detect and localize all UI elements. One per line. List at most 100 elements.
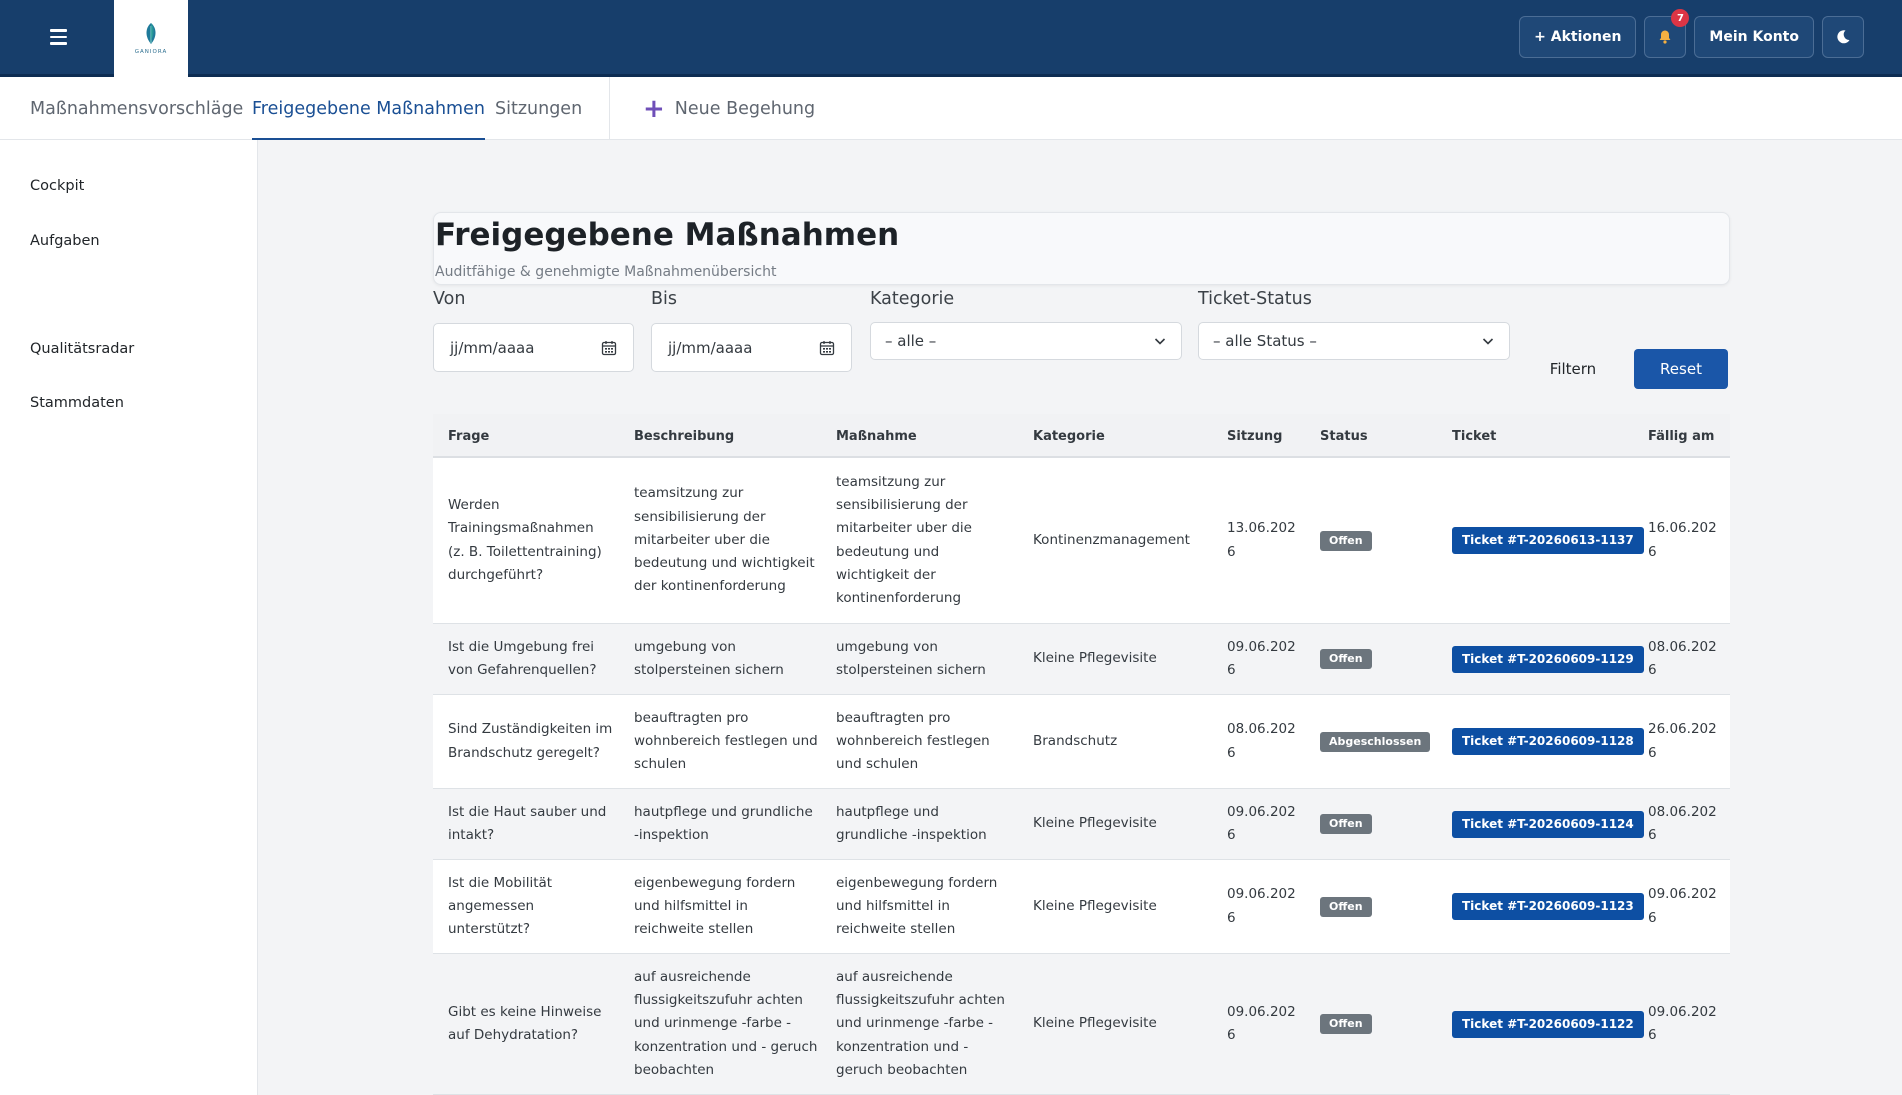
sidebar-item-qualitaetsradar[interactable]: Qualitätsradar <box>30 341 134 357</box>
kategorie-text: Kleine Pflegevisite <box>1033 897 1157 914</box>
cell-kategorie: Kontinenzmanagement <box>1033 458 1213 623</box>
massnahme-text: teamsitzung zur sensibilisierung der mit… <box>836 473 972 607</box>
kategorie-text: Kontinenzmanagement <box>1033 531 1190 548</box>
sitzung-text: 09.06.2026 <box>1227 1003 1296 1043</box>
cell-status: Abgeschlossen <box>1320 695 1440 788</box>
cell-massnahme: beauftragten pro wohnbereich festlegen u… <box>836 695 1011 788</box>
logo[interactable]: GANIORA <box>114 0 188 77</box>
chevron-down-icon <box>1482 338 1494 345</box>
ticket-link[interactable]: Ticket #T-20260609-1128 <box>1452 728 1644 755</box>
table-row: Ist die Umgebung frei von Gefahrenquelle… <box>433 624 1730 695</box>
column-header-sitzung[interactable]: Sitzung <box>1227 414 1282 458</box>
ticket-link[interactable]: Ticket #T-20260609-1129 <box>1452 645 1644 673</box>
sidebar-item-aufgaben[interactable]: Aufgaben <box>30 233 100 249</box>
cell-beschreibung: eigenbewegung fordern und hilfsmittel in… <box>634 860 819 953</box>
column-header-status[interactable]: Status <box>1320 414 1368 458</box>
massnahme-text: beauftragten pro wohnbereich festlegen u… <box>836 709 990 773</box>
top-navbar: GANIORA + Aktionen 7 Mein Konto <box>0 0 1902 77</box>
kategorie-text: Kleine Pflegevisite <box>1033 815 1157 832</box>
hamburger-icon[interactable] <box>38 22 78 52</box>
from-date-input[interactable]: jj/mm/aaaa <box>433 323 634 372</box>
faellig-text: 08.06.2026 <box>1648 638 1717 678</box>
cell-beschreibung: hautpflege und grundliche -inspektion <box>634 789 819 859</box>
cell-massnahme: teamsitzung zur sensibilisierung der mit… <box>836 458 1011 623</box>
cell-frage: Ist die Haut sauber und intakt? <box>448 789 613 859</box>
ticket-link[interactable]: Ticket #T-20260609-1123 <box>1452 893 1644 920</box>
cell-frage: Ist die Mobilität angemessen unterstützt… <box>448 860 613 953</box>
tab-label: Sitzungen <box>495 98 583 119</box>
page-subtitle: Auditfähige & genehmigte Maßnahmenübersi… <box>435 264 777 280</box>
cell-kategorie: Kleine Pflegevisite <box>1033 624 1213 694</box>
faellig-text: 26.06.2026 <box>1648 721 1717 761</box>
column-header-frage[interactable]: Frage <box>448 414 489 458</box>
category-select[interactable]: – alle – <box>870 322 1182 360</box>
column-header-kategorie[interactable]: Kategorie <box>1033 414 1105 458</box>
theme-toggle-button[interactable] <box>1822 16 1864 58</box>
measures-table: Frage Beschreibung Maßnahme Kategorie Si… <box>433 414 1730 1095</box>
sitzung-text: 09.06.2026 <box>1227 803 1296 843</box>
cell-sitzung: 08.06.2026 <box>1227 695 1299 788</box>
cell-ticket: Ticket #T-20260609-1122 <box>1452 954 1644 1094</box>
moon-icon <box>1837 30 1850 44</box>
ticket-status-select[interactable]: – alle Status – <box>1198 322 1510 360</box>
cell-sitzung: 09.06.2026 <box>1227 860 1299 953</box>
cell-status: Offen <box>1320 954 1440 1094</box>
tab-freigegebene-massnahmen[interactable]: Freigegebene Maßnahmen <box>252 77 485 140</box>
cell-massnahme: auf ausreichende flussigkeitszufuhr acht… <box>836 954 1011 1094</box>
account-label: Mein Konto <box>1709 29 1799 45</box>
chevron-down-icon <box>1154 338 1166 345</box>
calendar-icon[interactable] <box>819 340 835 356</box>
page-title: Freigegebene Maßnahmen <box>435 217 900 253</box>
tab-sitzungen[interactable]: Sitzungen <box>495 77 582 140</box>
cell-sitzung: 09.06.2026 <box>1227 789 1299 859</box>
frage-text: Ist die Haut sauber und intakt? <box>448 803 607 843</box>
account-button[interactable]: Mein Konto <box>1694 16 1814 58</box>
tab-massnahmensvorschlaege[interactable]: Maßnahmensvorschläge <box>30 77 243 140</box>
tab-label: Maßnahmensvorschläge <box>30 98 244 119</box>
status-badge: Offen <box>1320 896 1372 917</box>
cell-faellig: 08.06.2026 <box>1648 789 1720 859</box>
status-badge: Abgeschlossen <box>1320 731 1431 752</box>
frage-text: Ist die Umgebung frei von Gefahrenquelle… <box>448 638 597 678</box>
kategorie-text: Brandschutz <box>1033 732 1118 749</box>
calendar-icon[interactable] <box>601 340 617 356</box>
category-select-value: – alle – <box>885 332 937 350</box>
cell-faellig: 16.06.2026 <box>1648 458 1720 623</box>
from-label: Von <box>433 289 466 309</box>
ticket-link[interactable]: Ticket #T-20260609-1124 <box>1452 810 1644 838</box>
column-header-beschreibung[interactable]: Beschreibung <box>634 414 734 458</box>
cell-kategorie: Kleine Pflegevisite <box>1033 789 1213 859</box>
ticket-link[interactable]: Ticket #T-20260613-1137 <box>1452 527 1644 554</box>
faellig-text: 08.06.2026 <box>1648 803 1717 843</box>
cell-sitzung: 09.06.2026 <box>1227 624 1299 694</box>
table-header: Frage Beschreibung Maßnahme Kategorie Si… <box>433 414 1730 458</box>
status-badge: Offen <box>1320 814 1372 834</box>
status-badge: Offen <box>1320 649 1372 669</box>
notifications-button[interactable]: 7 <box>1644 9 1690 58</box>
cell-frage: Ist die Umgebung frei von Gefahrenquelle… <box>448 624 613 694</box>
sitzung-text: 08.06.2026 <box>1227 721 1296 761</box>
actions-button[interactable]: + Aktionen <box>1519 16 1637 58</box>
to-date-input[interactable]: jj/mm/aaaa <box>651 323 852 372</box>
beschreibung-text: eigenbewegung fordern und hilfsmittel in… <box>634 874 796 938</box>
sidebar-item-stammdaten[interactable]: Stammdaten <box>30 395 124 411</box>
column-header-massnahme[interactable]: Maßnahme <box>836 414 917 458</box>
new-inspection-button[interactable]: + Neue Begehung <box>643 77 815 140</box>
cell-status: Offen <box>1320 624 1440 694</box>
from-date-placeholder: jj/mm/aaaa <box>450 338 535 357</box>
beschreibung-text: hautpflege und grundliche -inspektion <box>634 803 813 843</box>
new-inspection-label: Neue Begehung <box>674 98 816 119</box>
ticket-link[interactable]: Ticket #T-20260609-1122 <box>1452 1010 1644 1038</box>
column-header-ticket[interactable]: Ticket <box>1452 414 1496 458</box>
reset-button[interactable]: Reset <box>1634 349 1728 389</box>
frage-text: Werden Trainingsmaßnahmen (z. B. Toilett… <box>448 496 602 583</box>
sitzung-text: 09.06.2026 <box>1227 886 1296 926</box>
column-header-faellig-am[interactable]: Fällig am <box>1648 414 1714 458</box>
sub-navigation: Maßnahmensvorschläge Freigegebene Maßnah… <box>0 77 1902 140</box>
filter-button[interactable]: Filtern <box>1536 350 1610 388</box>
sidebar: Cockpit Aufgaben Qualitätsradar Stammdat… <box>0 140 258 1095</box>
sitzung-text: 09.06.2026 <box>1227 638 1296 678</box>
cell-ticket: Ticket #T-20260609-1128 <box>1452 695 1644 788</box>
beschreibung-text: umgebung von stolpersteinen sichern <box>634 638 784 678</box>
sidebar-item-cockpit[interactable]: Cockpit <box>30 178 84 194</box>
